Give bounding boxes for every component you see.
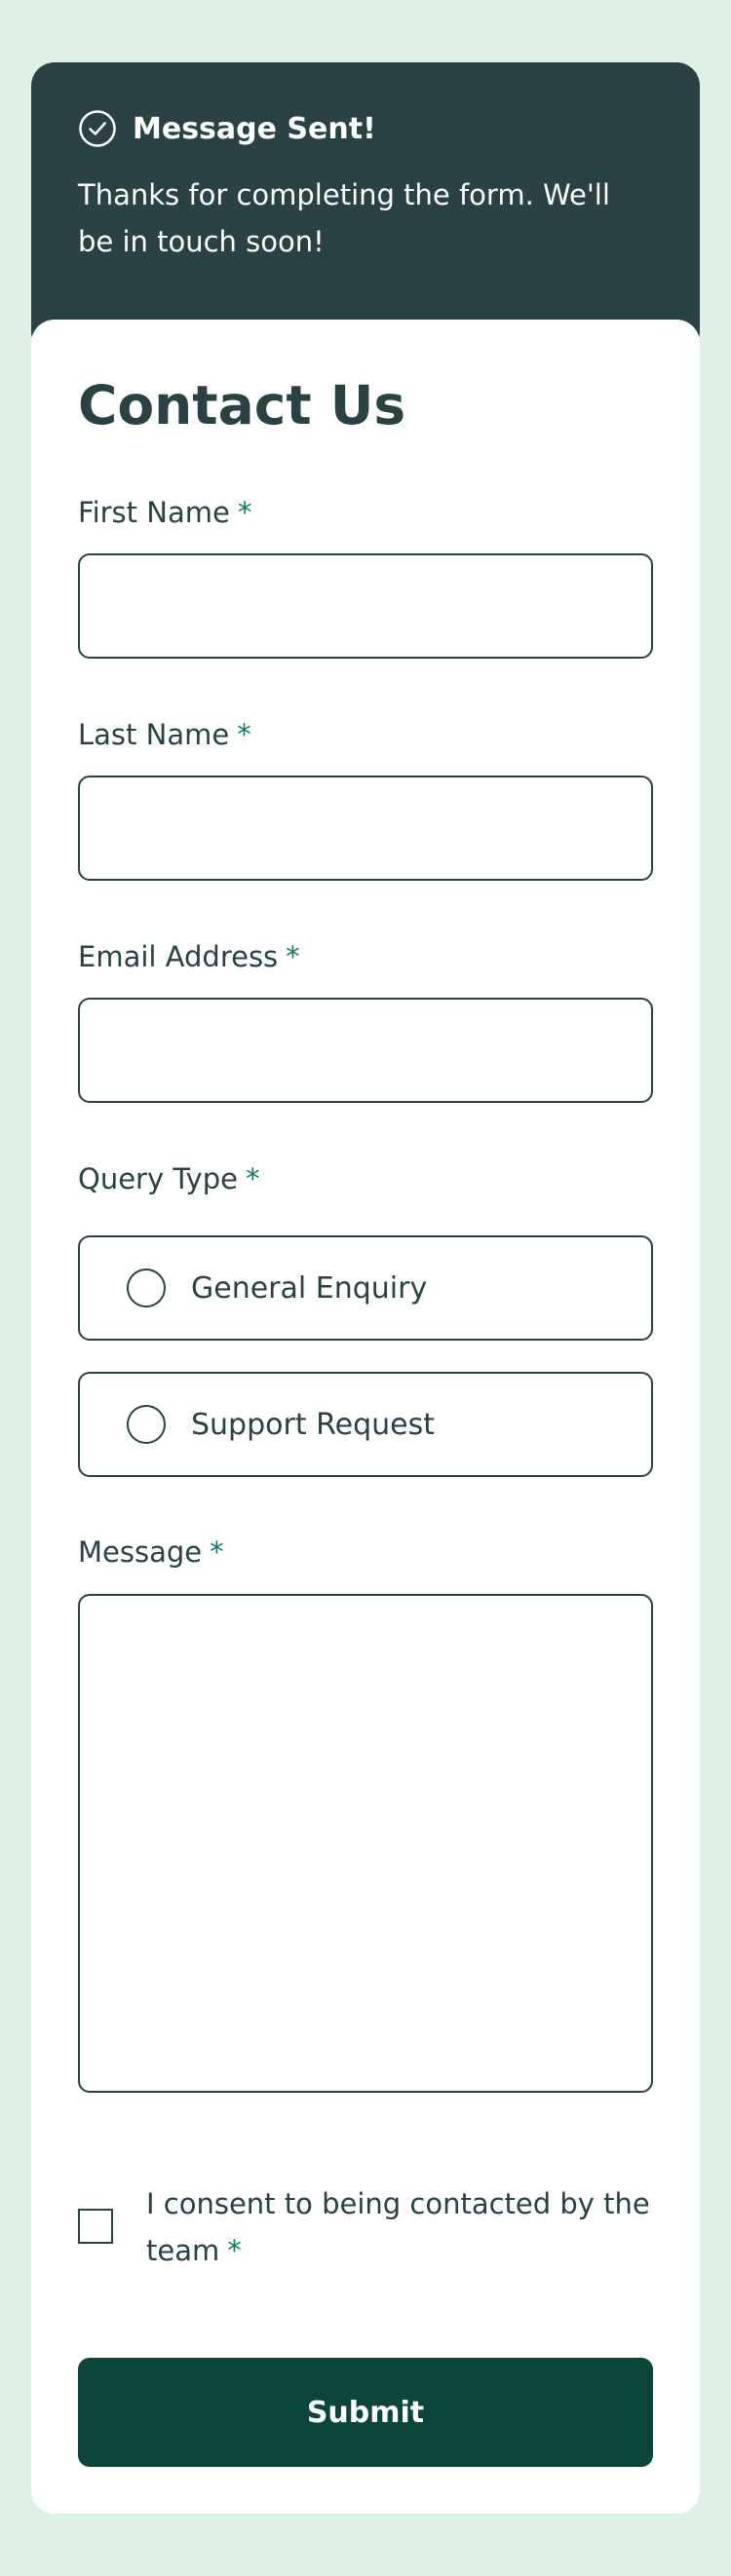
required-mark: *	[237, 496, 252, 529]
radio-button[interactable]	[127, 1269, 166, 1307]
email-input[interactable]	[78, 998, 653, 1103]
required-mark: *	[237, 718, 251, 751]
required-mark: *	[245, 1162, 260, 1195]
email-label: Email Address *	[78, 937, 300, 976]
last-name-input[interactable]	[78, 776, 653, 881]
last-name-label: Last Name *	[78, 715, 251, 754]
first-name-label-text: First Name	[78, 496, 230, 529]
consent-label: I consent to being contacted by the team…	[146, 2180, 653, 2274]
last-name-label-text: Last Name	[78, 718, 230, 751]
radio-button[interactable]	[127, 1405, 166, 1444]
required-mark: *	[286, 940, 300, 973]
consent-checkbox[interactable]	[78, 2209, 113, 2244]
message-textarea[interactable]	[78, 1594, 653, 2093]
required-mark: *	[227, 2234, 242, 2267]
success-toast: Message Sent! Thanks for completing the …	[31, 62, 700, 355]
consent-label-text: I consent to being contacted by the team	[146, 2187, 650, 2267]
radio-support-request[interactable]: Support Request	[78, 1372, 653, 1477]
submit-button[interactable]: Submit	[78, 2358, 653, 2467]
toast-header: Message Sent!	[78, 109, 653, 148]
radio-label-general-enquiry: General Enquiry	[191, 1270, 428, 1306]
form-title: Contact Us	[78, 374, 406, 436]
message-label: Message *	[78, 1533, 224, 1572]
consent-row: I consent to being contacted by the team…	[78, 2180, 663, 2274]
email-label-text: Email Address	[78, 940, 279, 973]
first-name-input[interactable]	[78, 553, 653, 659]
query-type-label-text: Query Type	[78, 1162, 238, 1195]
message-label-text: Message	[78, 1535, 203, 1569]
radio-label-support-request: Support Request	[191, 1407, 435, 1442]
query-type-label: Query Type *	[78, 1159, 259, 1198]
required-mark: *	[210, 1535, 224, 1569]
contact-form-card: Contact Us First Name * Last Name * Email …	[31, 320, 700, 2514]
first-name-label: First Name *	[78, 493, 251, 532]
toast-message: Thanks for completing the form. We'll be…	[78, 178, 610, 258]
check-circle-icon	[78, 109, 117, 148]
radio-general-enquiry[interactable]: General Enquiry	[78, 1235, 653, 1341]
toast-title: Message Sent!	[133, 111, 376, 146]
